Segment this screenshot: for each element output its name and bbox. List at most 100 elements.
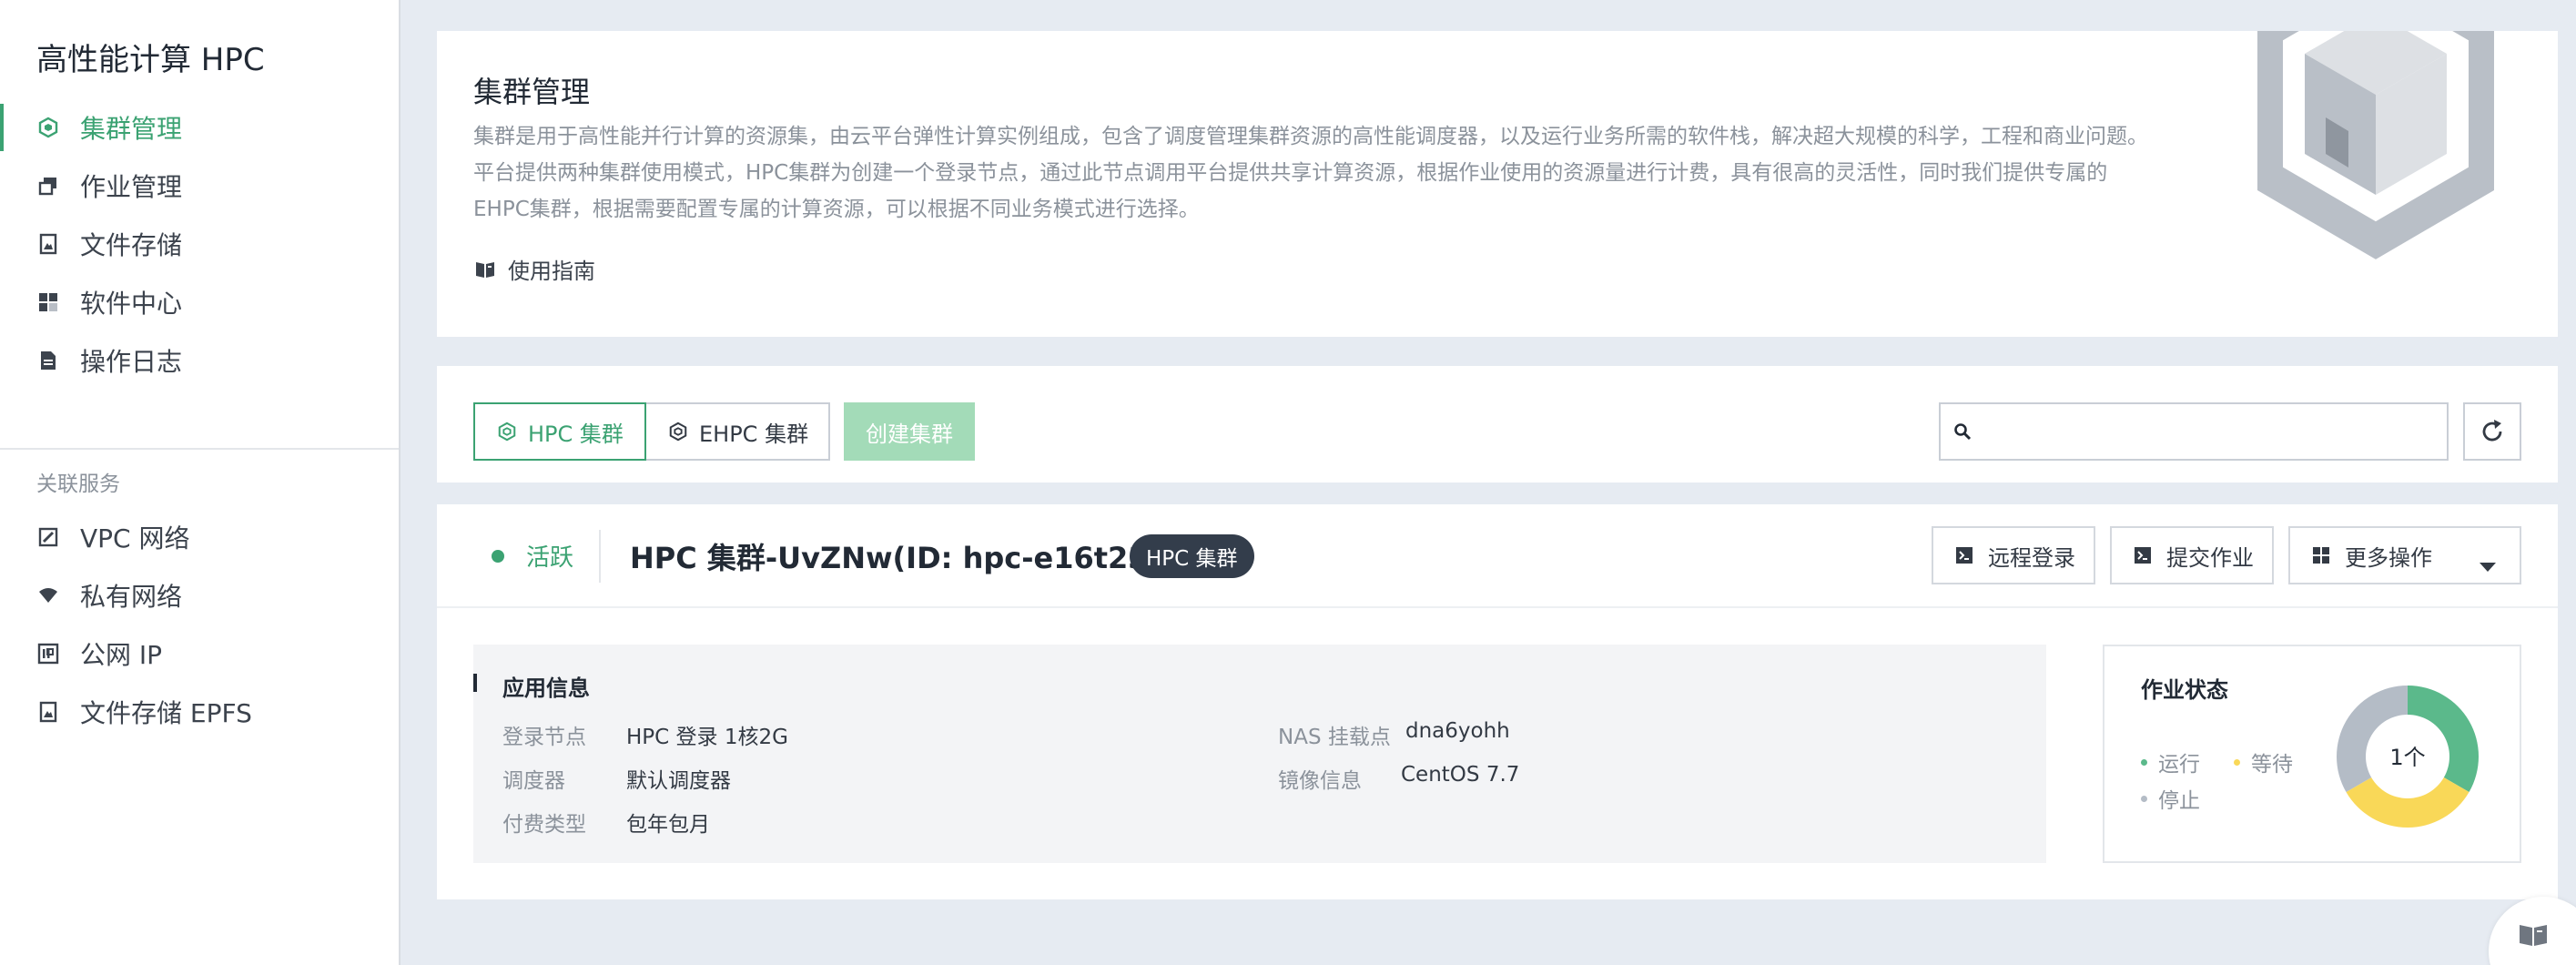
legend-dot [2141, 758, 2147, 766]
job-status-donut: 1个 [2337, 686, 2479, 828]
book-icon [2520, 925, 2547, 946]
cluster-toolbar: HPC 集群 EHPC 集群 创建集群 [437, 366, 2558, 482]
cluster-type-badge: HPC 集群 [1130, 534, 1254, 578]
sidebar: 高性能计算 HPC 集群管理 作业管理 文件存储 软件中心 操作日志 关联服务 … [0, 0, 401, 965]
sidebar-item-jobs[interactable]: 作业管理 [0, 157, 399, 215]
tab-hpc-cluster[interactable]: HPC 集群 [473, 402, 646, 461]
legend-stopped: 停止 [2141, 783, 2200, 814]
terminal-icon [1955, 546, 1973, 564]
sidebar-nav: 集群管理 作业管理 文件存储 软件中心 操作日志 [0, 98, 399, 390]
image-label: 镜像信息 [1278, 769, 1362, 793]
sidebar-item-label: VPC 网络 [80, 523, 190, 554]
sidebar-item-cluster[interactable]: 集群管理 [0, 98, 399, 157]
nas-value: dna6yohh [1405, 719, 1510, 743]
vpc-icon [36, 525, 60, 549]
cluster-icon [668, 422, 688, 442]
more-actions-dropdown[interactable]: 更多操作 [2288, 526, 2521, 584]
divider [599, 530, 601, 583]
intro-description: 集群是用于高性能并行计算的资源集，由云平台弹性计算实例组成，包含了调度管理集群资… [473, 118, 2248, 228]
legend-label: 停止 [2158, 789, 2200, 813]
donut-segment-waiting [2346, 777, 2470, 828]
page-title: 集群管理 [473, 75, 591, 109]
sidebar-item-file-storage[interactable]: 文件存储 [0, 215, 399, 273]
sidebar-item-label: 作业管理 [80, 172, 183, 202]
legend-running: 运行 [2141, 747, 2200, 777]
billing-value: 包年包月 [626, 813, 710, 837]
cluster-icon [497, 422, 517, 442]
sidebar-item-label: 操作日志 [80, 347, 183, 377]
tab-label: HPC 集群 [528, 421, 624, 447]
sidebar-item-epfs[interactable]: 文件存储 EPFS [0, 683, 399, 741]
related-services-nav: VPC 网络 私有网络 公网 IP 文件存储 EPFS [0, 508, 399, 741]
log-document-icon [36, 349, 60, 372]
nas-label: NAS 挂载点 [1278, 726, 1391, 749]
image-value: CentOS 7.7 [1401, 763, 1520, 787]
button-label: 更多操作 [2345, 544, 2432, 571]
sidebar-item-label: 软件中心 [80, 289, 183, 319]
jobs-icon [36, 174, 60, 198]
tab-label: EHPC 集群 [699, 421, 809, 447]
create-cluster-button[interactable]: 创建集群 [844, 402, 975, 461]
sidebar-item-private-network[interactable]: 私有网络 [0, 566, 399, 625]
login-node-value: HPC 登录 1核2G [626, 726, 788, 749]
file-storage-icon [36, 232, 60, 256]
sidebar-divider [0, 448, 399, 450]
file-storage-icon [36, 700, 60, 724]
cluster-status: 活跃 [526, 544, 574, 572]
intro-line: 平台提供两种集群使用模式，HPC集群为创建一个登录节点，通过此节点调用平台提供共… [473, 161, 2108, 185]
sidebar-item-logs[interactable]: 操作日志 [0, 331, 399, 390]
app-info-panel: 应用信息 登录节点 HPC 登录 1核2G 调度器 默认调度器 付费类型 包年包… [473, 645, 2046, 863]
sidebar-item-label: 文件存储 EPFS [80, 698, 252, 728]
legend-dot [2234, 758, 2240, 766]
refresh-icon [2482, 420, 2502, 442]
button-label: 提交作业 [2166, 544, 2254, 571]
wifi-icon [36, 584, 60, 607]
sidebar-item-label: 私有网络 [80, 582, 183, 612]
intro-line: EHPC集群，根据需要配置专属的计算资源，可以根据不同业务模式进行选择。 [473, 198, 1200, 221]
legend-label: 等待 [2251, 753, 2293, 777]
sidebar-item-software[interactable]: 软件中心 [0, 273, 399, 331]
remote-login-button[interactable]: 远程登录 [1932, 526, 2095, 584]
search-input[interactable] [1984, 413, 2421, 450]
sidebar-item-label: 公网 IP [80, 640, 163, 670]
legend-label: 运行 [2158, 753, 2200, 777]
legend-waiting: 等待 [2234, 747, 2293, 777]
scheduler-label: 调度器 [502, 769, 565, 793]
grid-icon [2312, 546, 2330, 564]
software-grid-icon [36, 290, 60, 314]
section-marker [473, 674, 477, 692]
billing-label: 付费类型 [502, 813, 586, 837]
cluster-name[interactable]: HPC 集群-UvZNw(ID: hpc-e16t23bh) [630, 535, 1203, 577]
floating-help-button[interactable] [2489, 897, 2576, 965]
donut-center-label: 1个 [2389, 745, 2425, 770]
tab-ehpc-cluster[interactable]: EHPC 集群 [644, 402, 830, 461]
sidebar-item-label: 文件存储 [80, 230, 183, 260]
app-info-title: 应用信息 [502, 676, 590, 701]
donut-segment-stopped [2337, 686, 2408, 793]
sidebar-item-vpc[interactable]: VPC 网络 [0, 508, 399, 566]
search-box[interactable] [1939, 402, 2449, 461]
status-dot [492, 550, 504, 563]
app-title: 高性能计算 HPC [36, 42, 265, 78]
terminal-icon [2134, 546, 2152, 564]
job-status-panel: 作业状态 运行 等待 停止 1个 [2103, 645, 2521, 863]
ip-icon [36, 642, 60, 665]
cluster-hero-illustration [2257, 31, 2494, 269]
usage-guide-link[interactable]: 使用指南 [475, 253, 595, 285]
scheduler-value: 默认调度器 [626, 769, 731, 793]
submit-job-button[interactable]: 提交作业 [2110, 526, 2274, 584]
intro-card: 集群管理 集群是用于高性能并行计算的资源集，由云平台弹性计算实例组成，包含了调度… [437, 31, 2558, 337]
related-services-label: 关联服务 [36, 472, 120, 496]
cluster-card: 活跃 HPC 集群-UvZNw(ID: hpc-e16t23bh) HPC 集群… [437, 504, 2558, 899]
chevron-down-icon [2480, 552, 2496, 577]
intro-line: 集群是用于高性能并行计算的资源集，由云平台弹性计算实例组成，包含了调度管理集群资… [473, 125, 2148, 148]
usage-guide-label: 使用指南 [508, 259, 595, 284]
sidebar-item-public-ip[interactable]: 公网 IP [0, 625, 399, 683]
legend-dot [2141, 795, 2147, 802]
refresh-button[interactable] [2463, 402, 2521, 461]
login-node-label: 登录节点 [502, 726, 586, 749]
sidebar-item-label: 集群管理 [80, 114, 183, 144]
cluster-header: 活跃 HPC 集群-UvZNw(ID: hpc-e16t23bh) HPC 集群… [437, 504, 2558, 608]
book-icon [476, 261, 494, 278]
search-icon [1954, 423, 1972, 441]
